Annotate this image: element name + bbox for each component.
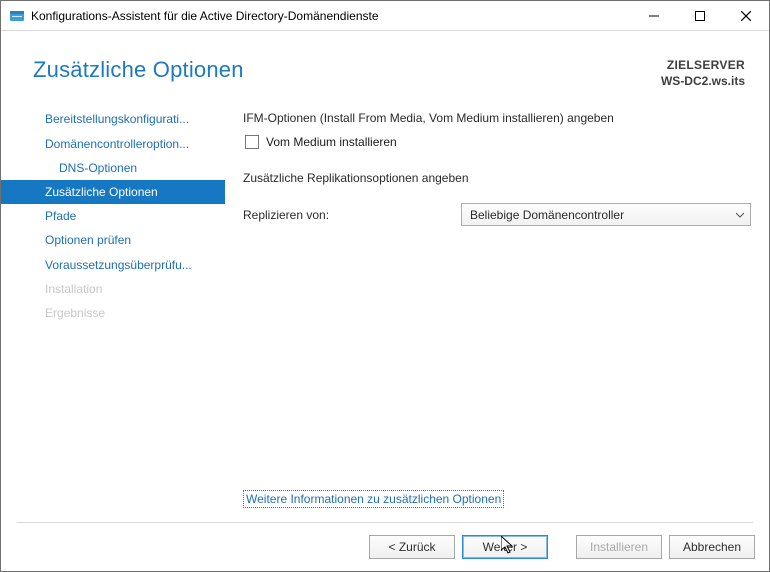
window-title: Konfigurations-Assistent für die Active … <box>31 9 631 23</box>
nav-item-3[interactable]: Zusätzliche Optionen <box>1 180 225 204</box>
ifm-checkbox[interactable] <box>245 135 259 149</box>
app-icon <box>9 8 25 24</box>
replicate-from-select[interactable]: Beliebige Domänencontroller <box>461 203 751 226</box>
back-button[interactable]: < Zurück <box>369 535 455 559</box>
target-server-label: ZIELSERVER <box>661 57 745 73</box>
next-button[interactable]: Weiter > <box>462 535 548 559</box>
chevron-down-icon <box>736 211 744 219</box>
nav-item-5[interactable]: Optionen prüfen <box>1 228 225 252</box>
nav-item-8: Ergebnisse <box>1 301 225 325</box>
page-title: Zusätzliche Optionen <box>33 57 244 83</box>
nav-item-1[interactable]: Domänencontrolleroption... <box>1 132 225 156</box>
ifm-checkbox-row[interactable]: Vom Medium installieren <box>245 135 753 149</box>
titlebar: Konfigurations-Assistent für die Active … <box>1 1 769 31</box>
replicate-from-value: Beliebige Domänencontroller <box>470 208 624 222</box>
nav-item-4[interactable]: Pfade <box>1 204 225 228</box>
ifm-checkbox-label: Vom Medium installieren <box>266 135 397 149</box>
nav-item-7: Installation <box>1 277 225 301</box>
target-server-name: WS-DC2.ws.its <box>661 73 745 89</box>
close-button[interactable] <box>723 1 769 31</box>
header: Zusätzliche Optionen ZIELSERVER WS-DC2.w… <box>1 31 769 103</box>
footer: < Zurück Weiter > Installieren Abbrechen <box>1 523 769 571</box>
nav-item-2[interactable]: DNS-Optionen <box>1 156 225 180</box>
more-info-link[interactable]: Weitere Informationen zu zusätzlichen Op… <box>243 490 504 508</box>
nav-item-6[interactable]: Voraussetzungsüberprüfu... <box>1 253 225 277</box>
content-pane: IFM-Optionen (Install From Media, Vom Me… <box>225 103 769 518</box>
wizard-window: Konfigurations-Assistent für die Active … <box>0 0 770 572</box>
install-button: Installieren <box>576 535 662 559</box>
replication-section-label: Zusätzliche Replikationsoptionen angeben <box>243 171 753 185</box>
maximize-button[interactable] <box>677 1 723 31</box>
replicate-from-label: Replizieren von: <box>243 208 453 222</box>
more-link-wrap: Weitere Informationen zu zusätzlichen Op… <box>243 490 753 518</box>
target-server-block: ZIELSERVER WS-DC2.ws.its <box>661 57 745 89</box>
body: Bereitstellungskonfigurati...Domänencont… <box>1 103 769 518</box>
minimize-button[interactable] <box>631 1 677 31</box>
cancel-button[interactable]: Abbrechen <box>669 535 755 559</box>
ifm-section-label: IFM-Optionen (Install From Media, Vom Me… <box>243 111 753 125</box>
replicate-from-row: Replizieren von: Beliebige Domänencontro… <box>243 203 753 226</box>
wizard-nav: Bereitstellungskonfigurati...Domänencont… <box>1 103 225 518</box>
nav-item-0[interactable]: Bereitstellungskonfigurati... <box>1 107 225 131</box>
